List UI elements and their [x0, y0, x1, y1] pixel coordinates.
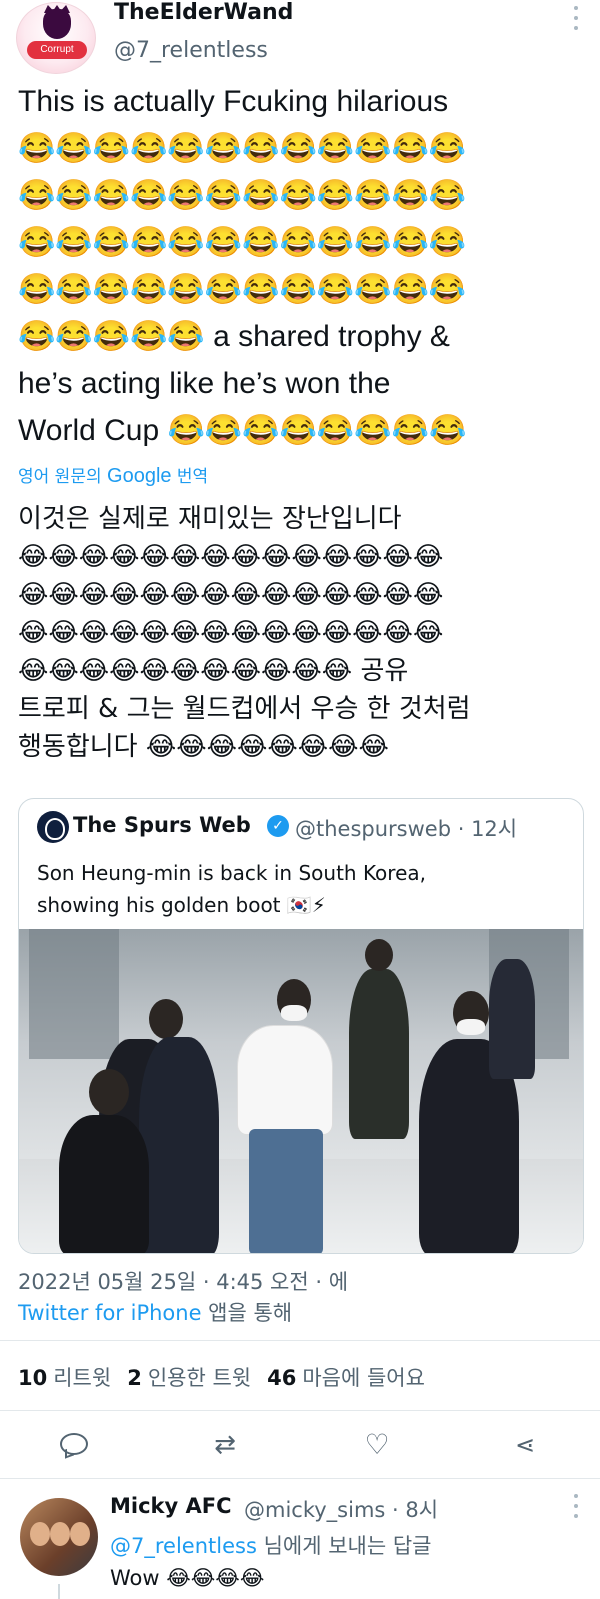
translate-link[interactable]: 영어 원문의 Google 번역 [18, 462, 208, 488]
avatar-face [50, 1522, 70, 1546]
verified-badge-icon: ✓ [267, 815, 289, 837]
quote-photo[interactable] [19, 929, 583, 1253]
likes-stat[interactable]: 46 마음에 들어요 [267, 1362, 425, 1392]
divider [0, 1340, 600, 1341]
lion-logo-icon [43, 9, 71, 39]
tweet-actions-bar: ⇄ ♡ ⋖ [0, 1422, 600, 1466]
quoted-tweet[interactable]: The Spurs Web ✓ @thespursweb · 12시 Son H… [18, 798, 584, 1254]
replying-to: @7_relentless 님에게 보내는 답글 [110, 1530, 431, 1560]
quote-display-name: The Spurs Web [73, 813, 251, 837]
source-app-link[interactable]: Twitter for iPhone [18, 1301, 202, 1325]
reply-mention-link[interactable]: @7_relentless [110, 1534, 257, 1558]
thread-line [58, 1584, 60, 1599]
translated-body: 이것은 실제로 재미있는 장난입니다 😂😂😂😂😂😂😂😂😂😂😂😂😂😂 😂😂😂😂😂😂… [18, 504, 471, 762]
source-suffix: 앱을 통해 [201, 1301, 293, 1325]
divider [0, 1410, 600, 1411]
quotes-stat[interactable]: 2 인용한 트윗 [127, 1362, 251, 1392]
photo-person [139, 1037, 219, 1253]
more-options-icon[interactable] [570, 6, 582, 30]
retweet-icon[interactable]: ⇄ [208, 1428, 242, 1462]
quote-body: Son Heung-min is back in South Korea, sh… [37, 861, 426, 917]
tweet-body: This is actually Fcuking hilarious 😂😂😂😂😂… [18, 85, 467, 447]
avatar-face [70, 1522, 90, 1546]
reply-author-name[interactable]: Micky AFC [110, 1494, 232, 1518]
photo-person-white-shirt [237, 1025, 333, 1135]
translate-prefix: 영어 원문의 [18, 467, 108, 487]
translate-suffix: 번역 [171, 467, 209, 487]
photo-person [59, 1115, 149, 1253]
reply-handle-time[interactable]: @micky_sims · 8시 [244, 1494, 438, 1524]
photo-face-mask [457, 1019, 485, 1035]
author-display-name[interactable]: TheElderWand [114, 0, 293, 25]
author-handle[interactable]: @7_relentless [114, 38, 268, 63]
photo-person [349, 969, 409, 1139]
photo-person-head [365, 939, 393, 971]
reply-to-suffix: 님에게 보내는 답글 [256, 1534, 432, 1558]
photo-person [489, 959, 535, 1079]
avatar-face [30, 1522, 50, 1546]
like-icon[interactable]: ♡ [360, 1428, 394, 1462]
retweets-stat[interactable]: 10 리트윗 [18, 1362, 111, 1392]
google-logo: Google [107, 465, 172, 487]
quote-handle-time: @thespursweb · 12시 [295, 817, 518, 841]
tweet-timestamp[interactable]: 2022년 05월 25일 · 4:45 오전 · 에 [18, 1266, 348, 1296]
reply-tweet[interactable]: Micky AFC @micky_sims · 8시 @7_relentless… [0, 1478, 600, 1599]
share-icon[interactable]: ⋖ [508, 1428, 542, 1462]
tweet-header: Corrupt TheElderWand @7_relentless [0, 0, 600, 80]
engagement-stats: 10 리트윗 2 인용한 트윗 46 마음에 들어요 [18, 1362, 425, 1392]
avatar-badge: Corrupt [27, 41, 87, 59]
photo-face-mask [281, 1005, 307, 1021]
photo-person-head [149, 999, 183, 1039]
photo-person-head [89, 1069, 129, 1115]
quote-avatar [37, 811, 69, 843]
photo-background-door [29, 929, 119, 1059]
photo-person-jeans [249, 1129, 323, 1253]
reply-more-options-icon[interactable] [570, 1494, 582, 1518]
reply-icon[interactable] [56, 1428, 90, 1462]
tweet-source: Twitter for iPhone 앱을 통해 [18, 1297, 292, 1327]
reply-body: Wow 😂😂😂😂 [110, 1566, 265, 1590]
author-avatar[interactable]: Corrupt [16, 2, 96, 74]
reply-author-avatar[interactable] [20, 1498, 98, 1576]
